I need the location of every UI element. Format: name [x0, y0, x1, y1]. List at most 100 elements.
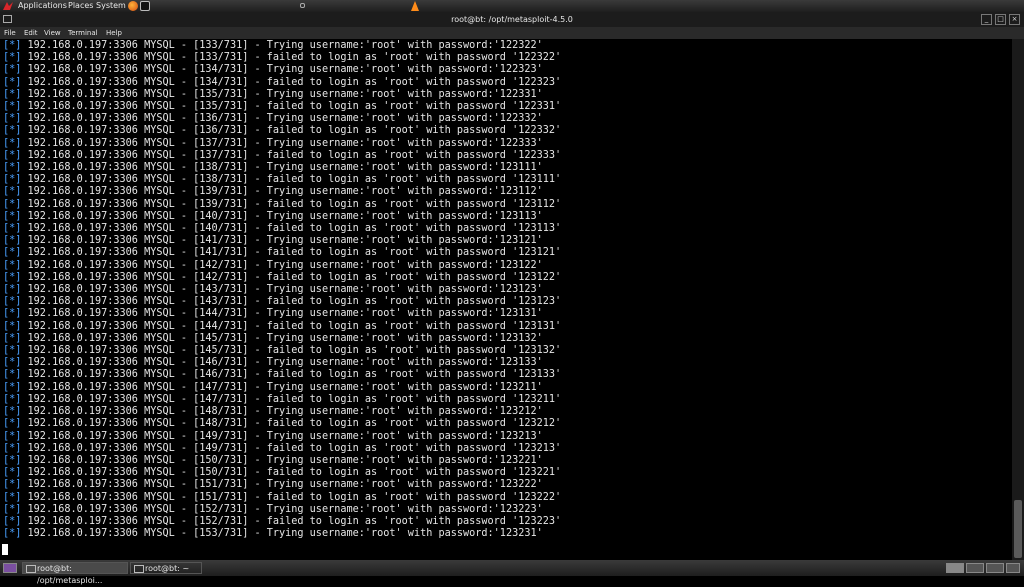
terminal-line: [*] 192.168.0.197:3306 MYSQL - [147/731]…: [3, 394, 561, 406]
workspace-4-button[interactable]: [1006, 563, 1020, 573]
terminal-scrollbar[interactable]: [1012, 39, 1024, 560]
terminal-line: [*] 192.168.0.197:3306 MYSQL - [150/731]…: [3, 467, 561, 479]
menu-places[interactable]: Places: [68, 0, 93, 12]
terminal-line-text: 192.168.0.197:3306 MYSQL - [153/731] - T…: [21, 528, 543, 540]
terminal-line-text: 192.168.0.197:3306 MYSQL - [144/731] - T…: [21, 308, 543, 320]
terminal-line-text: 192.168.0.197:3306 MYSQL - [143/731] - f…: [21, 296, 562, 308]
terminal-line-text: 192.168.0.197:3306 MYSQL - [152/731] - f…: [21, 515, 562, 527]
status-marker: [*]: [3, 418, 22, 430]
terminal-line-text: 192.168.0.197:3306 MYSQL - [138/731] - f…: [21, 174, 562, 186]
terminal-line-text: 192.168.0.197:3306 MYSQL - [149/731] - T…: [21, 430, 543, 442]
network-status-icon[interactable]: [410, 0, 420, 12]
menu-system[interactable]: System: [96, 0, 126, 12]
status-marker: [*]: [3, 162, 22, 174]
terminal-line: [*] 192.168.0.197:3306 MYSQL - [136/731]…: [3, 113, 561, 125]
terminal-line-text: 192.168.0.197:3306 MYSQL - [150/731] - T…: [21, 454, 543, 466]
window-title: root@bt: /opt/metasploit-4.5.0: [451, 15, 573, 24]
terminal-line-text: 192.168.0.197:3306 MYSQL - [147/731] - f…: [21, 393, 562, 405]
terminal-line: [*] 192.168.0.197:3306 MYSQL - [148/731]…: [3, 406, 561, 418]
status-marker: [*]: [3, 247, 22, 259]
window-titlebar: root@bt: /opt/metasploit-4.5.0 _ □ ×: [0, 12, 1024, 27]
terminal-line: [*] 192.168.0.197:3306 MYSQL - [150/731]…: [3, 455, 561, 467]
terminal-line: [*] 192.168.0.197:3306 MYSQL - [141/731]…: [3, 247, 561, 259]
terminal-line-text: 192.168.0.197:3306 MYSQL - [139/731] - T…: [21, 186, 543, 198]
status-marker: [*]: [3, 332, 22, 344]
terminal-output[interactable]: [*] 192.168.0.197:3306 MYSQL - [133/731]…: [0, 39, 1012, 560]
applet-indicator-icon: [300, 3, 305, 8]
terminal-line-text: 192.168.0.197:3306 MYSQL - [135/731] - f…: [21, 101, 562, 113]
workspace-2-button[interactable]: [966, 563, 984, 573]
status-marker: [*]: [3, 113, 22, 125]
terminal-line-text: 192.168.0.197:3306 MYSQL - [145/731] - f…: [21, 345, 562, 357]
status-marker: [*]: [3, 137, 22, 149]
status-marker: [*]: [3, 393, 22, 405]
status-marker: [*]: [3, 308, 22, 320]
terminal-line-text: 192.168.0.197:3306 MYSQL - [140/731] - f…: [21, 223, 562, 235]
status-marker: [*]: [3, 40, 22, 51]
status-marker: [*]: [3, 503, 22, 515]
terminal-line: [*] 192.168.0.197:3306 MYSQL - [146/731]…: [3, 369, 561, 381]
status-marker: [*]: [3, 125, 22, 137]
scrollbar-thumb[interactable]: [1014, 500, 1022, 558]
show-desktop-icon[interactable]: [3, 563, 17, 573]
terminal-line: [*] 192.168.0.197:3306 MYSQL - [152/731]…: [3, 516, 561, 528]
status-marker: [*]: [3, 296, 22, 308]
terminal-line-text: 192.168.0.197:3306 MYSQL - [146/731] - f…: [21, 369, 562, 381]
terminal-line: [*] 192.168.0.197:3306 MYSQL - [143/731]…: [3, 284, 561, 296]
terminal-menubar: File Edit View Terminal Help: [0, 27, 1024, 39]
status-marker: [*]: [3, 454, 22, 466]
terminal-line-text: 192.168.0.197:3306 MYSQL - [147/731] - T…: [21, 381, 543, 393]
terminal-line-text: 192.168.0.197:3306 MYSQL - [135/731] - T…: [21, 88, 543, 100]
terminal-line: [*] 192.168.0.197:3306 MYSQL - [140/731]…: [3, 211, 561, 223]
terminal-launcher-icon[interactable]: [140, 1, 150, 11]
status-marker: [*]: [3, 88, 22, 100]
workspace-3-button[interactable]: [986, 563, 1004, 573]
status-marker: [*]: [3, 101, 22, 113]
terminal-line: [*] 192.168.0.197:3306 MYSQL - [136/731]…: [3, 125, 561, 137]
terminal-line-text: 192.168.0.197:3306 MYSQL - [150/731] - f…: [21, 467, 562, 479]
terminal-line-text: 192.168.0.197:3306 MYSQL - [145/731] - T…: [21, 332, 543, 344]
terminal-line: [*] 192.168.0.197:3306 MYSQL - [151/731]…: [3, 479, 561, 491]
terminal-line: [*] 192.168.0.197:3306 MYSQL - [149/731]…: [3, 443, 561, 455]
status-marker: [*]: [3, 479, 22, 491]
status-marker: [*]: [3, 467, 22, 479]
terminal-line: [*] 192.168.0.197:3306 MYSQL - [140/731]…: [3, 223, 561, 235]
status-marker: [*]: [3, 52, 22, 64]
terminal-line: [*] 192.168.0.197:3306 MYSQL - [138/731]…: [3, 174, 561, 186]
menu-help[interactable]: Help: [106, 27, 122, 39]
taskbar-item-home[interactable]: root@bt: ~: [130, 562, 202, 574]
status-marker: [*]: [3, 381, 22, 393]
terminal-line-text: 192.168.0.197:3306 MYSQL - [133/731] - f…: [21, 52, 562, 64]
terminal-line: [*] 192.168.0.197:3306 MYSQL - [144/731]…: [3, 321, 561, 333]
status-marker: [*]: [3, 64, 22, 76]
menu-view[interactable]: View: [44, 27, 61, 39]
terminal-line: [*] 192.168.0.197:3306 MYSQL - [153/731]…: [3, 528, 561, 540]
menu-edit[interactable]: Edit: [24, 27, 38, 39]
menu-terminal[interactable]: Terminal: [68, 27, 98, 39]
maximize-button[interactable]: □: [995, 14, 1006, 25]
firefox-icon[interactable]: [128, 1, 138, 11]
terminal-line-text: 192.168.0.197:3306 MYSQL - [138/731] - T…: [21, 162, 543, 174]
terminal-line: [*] 192.168.0.197:3306 MYSQL - [139/731]…: [3, 186, 561, 198]
minimize-button[interactable]: _: [981, 14, 992, 25]
terminal-line-text: 192.168.0.197:3306 MYSQL - [142/731] - T…: [21, 259, 543, 271]
backtrack-logo-icon[interactable]: [2, 1, 14, 11]
status-marker: [*]: [3, 442, 22, 454]
taskbar-item-metasploit[interactable]: root@bt: /opt/metasploi...: [22, 562, 128, 585]
text-cursor: [2, 544, 8, 555]
terminal-line: [*] 192.168.0.197:3306 MYSQL - [152/731]…: [3, 504, 561, 516]
menu-applications[interactable]: Applications: [18, 0, 67, 12]
status-marker: [*]: [3, 271, 22, 283]
terminal-line: [*] 192.168.0.197:3306 MYSQL - [148/731]…: [3, 418, 561, 430]
status-marker: [*]: [3, 284, 22, 296]
terminal-line-text: 192.168.0.197:3306 MYSQL - [136/731] - T…: [21, 113, 543, 125]
terminal-line-text: 192.168.0.197:3306 MYSQL - [134/731] - f…: [21, 76, 562, 88]
terminal-line: [*] 192.168.0.197:3306 MYSQL - [145/731]…: [3, 345, 561, 357]
status-marker: [*]: [3, 223, 22, 235]
terminal-line-text: 192.168.0.197:3306 MYSQL - [152/731] - T…: [21, 503, 543, 515]
close-button[interactable]: ×: [1009, 14, 1020, 25]
taskbar-item-label: root@bt: ~: [145, 564, 190, 573]
status-marker: [*]: [3, 406, 22, 418]
workspace-1-button[interactable]: [946, 563, 964, 573]
menu-file[interactable]: File: [4, 27, 16, 39]
